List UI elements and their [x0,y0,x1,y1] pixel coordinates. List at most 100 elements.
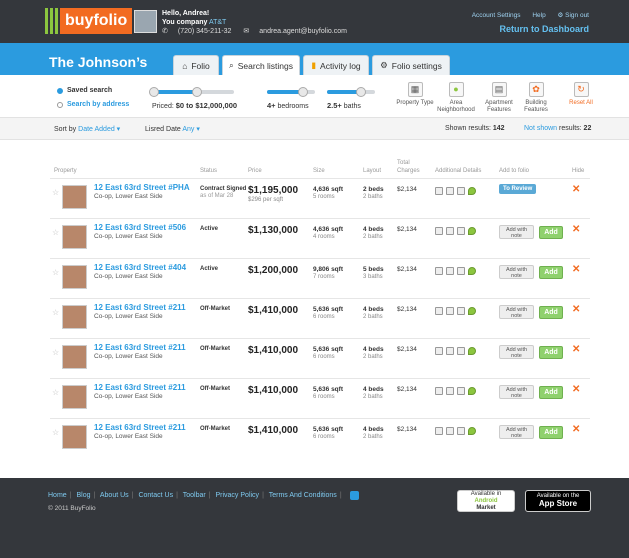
avatar[interactable] [134,10,157,33]
footer-link-about[interactable]: About Us [100,492,129,499]
document-icon[interactable] [446,387,454,395]
map-pin-icon[interactable] [468,227,476,235]
star-icon[interactable]: ☆ [52,388,59,397]
map-pin-icon[interactable] [468,387,476,395]
footer-link-home[interactable]: Home [48,492,67,499]
map-pin-icon[interactable] [468,307,476,315]
document-icon[interactable] [446,347,454,355]
star-icon[interactable]: ☆ [52,348,59,357]
return-dashboard-link[interactable]: Return to Dashboard [499,24,589,34]
document-icon[interactable] [446,307,454,315]
floorplan-icon[interactable] [435,427,443,435]
hide-button[interactable]: ✕ [572,264,580,275]
add-button[interactable]: Add [539,346,563,359]
signout-link[interactable]: ⚙ Sign out [558,12,590,19]
saved-search-radio[interactable]: Saved search [57,87,112,94]
floorplan-icon[interactable] [435,267,443,275]
company-link[interactable]: AT&T [209,19,226,26]
building-features-filter[interactable]: ✿ Building Features [516,82,556,114]
star-icon[interactable]: ☆ [52,188,59,197]
tab-folio-settings[interactable]: ⚙ Folio settings [372,55,450,75]
camera-icon[interactable] [457,227,465,235]
property-address-link[interactable]: 12 East 63rd Street #211 [94,343,186,352]
map-pin-icon[interactable] [468,267,476,275]
property-thumbnail[interactable] [62,225,87,249]
star-icon[interactable]: ☆ [52,308,59,317]
property-thumbnail[interactable] [62,345,87,369]
camera-icon[interactable] [457,307,465,315]
tab-activity-log[interactable]: ▮ Activity log [303,55,369,75]
star-icon[interactable]: ☆ [52,228,59,237]
camera-icon[interactable] [457,347,465,355]
account-settings-link[interactable]: Account Settings [472,12,521,19]
document-icon[interactable] [446,427,454,435]
document-icon[interactable] [446,267,454,275]
property-thumbnail[interactable] [62,425,87,449]
floorplan-icon[interactable] [435,187,443,195]
hide-button[interactable]: ✕ [572,424,580,435]
document-icon[interactable] [446,227,454,235]
property-address-link[interactable]: 12 East 63rd Street #506 [94,223,186,232]
property-type-filter[interactable]: ▦ Property Type [395,82,435,107]
add-with-note-button[interactable]: Add with note [499,385,534,399]
floorplan-icon[interactable] [435,387,443,395]
search-by-address-radio[interactable]: Search by address [57,101,129,108]
property-thumbnail[interactable] [62,265,87,289]
add-with-note-button[interactable]: Add with note [499,225,534,239]
map-pin-icon[interactable] [468,347,476,355]
star-icon[interactable]: ☆ [52,428,59,437]
hide-button[interactable]: ✕ [572,184,580,195]
price-min-handle[interactable] [149,87,159,97]
property-address-link[interactable]: 12 East 63rd Street #PHA [94,183,190,192]
help-link[interactable]: Help [532,12,545,19]
property-address-link[interactable]: 12 East 63rd Street #211 [94,303,186,312]
star-icon[interactable]: ☆ [52,268,59,277]
camera-icon[interactable] [457,427,465,435]
tab-search-listings[interactable]: ⌕ Search listings [222,55,300,75]
price-slider[interactable] [149,87,234,97]
floorplan-icon[interactable] [435,347,443,355]
reset-all-filter[interactable]: ↻ Reset All [563,82,599,107]
add-button[interactable]: Add [539,386,563,399]
hide-button[interactable]: ✕ [572,384,580,395]
camera-icon[interactable] [457,187,465,195]
property-address-link[interactable]: 12 East 63rd Street #404 [94,263,186,272]
add-with-note-button[interactable]: Add with note [499,425,534,439]
app-store-badge[interactable]: Available on the App Store [525,490,591,512]
not-shown-link[interactable]: Not shown [524,125,557,132]
add-button[interactable]: Add [539,306,563,319]
footer-link-blog[interactable]: Blog [76,492,90,499]
footer-link-privacy[interactable]: Privacy Policy [215,492,259,499]
add-button[interactable]: Add [539,266,563,279]
footer-link-terms[interactable]: Terms And Conditions [269,492,337,499]
floorplan-icon[interactable] [435,227,443,235]
bedrooms-handle[interactable] [298,87,308,97]
hide-button[interactable]: ✕ [572,224,580,235]
property-address-link[interactable]: 12 East 63rd Street #211 [94,423,186,432]
property-thumbnail[interactable] [62,305,87,329]
listed-date-control[interactable]: Lisred Date Any ▾ [145,125,200,133]
add-button[interactable]: Add [539,426,563,439]
baths-handle[interactable] [355,87,366,97]
add-button[interactable]: Add [539,226,563,239]
map-pin-icon[interactable] [468,187,476,195]
property-thumbnail[interactable] [62,385,87,409]
add-with-note-button[interactable]: Add with note [499,265,534,279]
email[interactable]: andrea.agent@buyfolio.com [259,28,347,35]
baths-slider[interactable] [327,87,375,97]
tab-folio[interactable]: ⌂ Folio [173,55,219,75]
sort-control[interactable]: Sort by Date Added ▾ [54,125,120,133]
camera-icon[interactable] [457,267,465,275]
price-max-handle[interactable] [192,87,203,97]
to-review-button[interactable]: To Review [499,184,537,194]
twitter-icon[interactable] [349,491,359,500]
bedrooms-slider[interactable] [267,87,315,97]
area-neighborhood-filter[interactable]: ● Area Neighborhood [436,82,476,114]
add-with-note-button[interactable]: Add with note [499,305,534,319]
hide-button[interactable]: ✕ [572,344,580,355]
android-market-badge[interactable]: Available in Android Market [457,490,515,512]
floorplan-icon[interactable] [435,307,443,315]
apartment-features-filter[interactable]: ▤ Apartment Features [479,82,519,114]
footer-link-toolbar[interactable]: Toolbar [183,492,206,499]
add-with-note-button[interactable]: Add with note [499,345,534,359]
